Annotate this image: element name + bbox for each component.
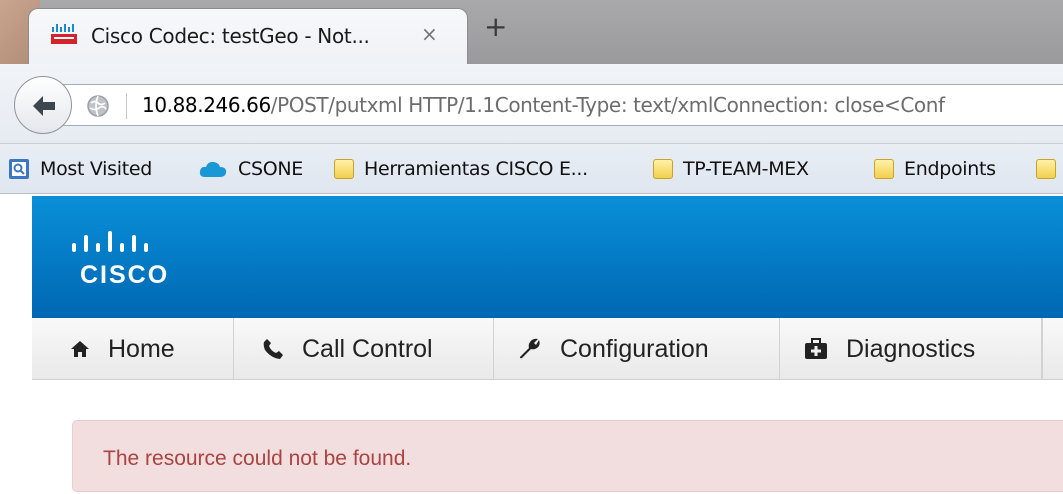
app-header: CISCO bbox=[32, 196, 1063, 318]
salesforce-cloud-icon bbox=[199, 161, 227, 177]
bookmarks-page-icon bbox=[9, 159, 29, 179]
home-icon bbox=[71, 341, 89, 357]
back-button[interactable] bbox=[14, 76, 72, 134]
menu-label: Diagnostics bbox=[846, 334, 976, 363]
tab-close-icon[interactable]: × bbox=[421, 22, 438, 46]
menu-item-call-control[interactable]: Call Control bbox=[234, 318, 494, 380]
brand-wordmark: CISCO bbox=[80, 261, 170, 289]
alert-message: The resource could not be found. bbox=[103, 447, 412, 470]
address-bar[interactable]: 10.88.246.66/POST/putxml HTTP/1.1Content… bbox=[62, 84, 1063, 126]
bookmarks-toolbar: Most Visited CSONE Herramientas CISCO E.… bbox=[0, 144, 1063, 194]
bookmark-overflow-folder[interactable] bbox=[1036, 156, 1063, 182]
menu-item-diagnostics[interactable]: Diagnostics bbox=[780, 318, 1042, 380]
folder-icon bbox=[334, 159, 354, 179]
bookmark-tp-team-mex[interactable]: TP-TEAM-MEX bbox=[653, 156, 809, 182]
menu-label: Home bbox=[108, 334, 175, 363]
menu-label: Call Control bbox=[302, 334, 433, 363]
url-path: /POST/putxml HTTP/1.1Content-Type: text/… bbox=[270, 93, 945, 117]
phone-icon bbox=[263, 339, 283, 359]
menu-label: Configuration bbox=[560, 334, 709, 363]
url-text[interactable]: 10.88.246.66/POST/putxml HTTP/1.1Content… bbox=[142, 93, 945, 117]
cisco-bridge-logo-icon bbox=[72, 231, 148, 252]
globe-icon bbox=[87, 95, 109, 117]
medkit-icon bbox=[805, 338, 827, 359]
menu-item-overflow[interactable] bbox=[1042, 318, 1063, 380]
folder-icon bbox=[653, 159, 673, 179]
bookmark-label: TP-TEAM-MEX bbox=[683, 158, 809, 180]
bookmark-endpoints[interactable]: Endpoints bbox=[874, 156, 996, 182]
bookmark-label: Most Visited bbox=[40, 158, 153, 180]
menu-item-configuration[interactable]: Configuration bbox=[494, 318, 780, 380]
bookmark-label: Herramientas CISCO E... bbox=[364, 158, 588, 180]
cisco-favicon-icon bbox=[51, 24, 77, 44]
menu-item-home[interactable]: Home bbox=[32, 318, 234, 380]
bookmark-csone[interactable]: CSONE bbox=[198, 156, 303, 182]
tab-title: Cisco Codec: testGeo - Not... bbox=[91, 24, 370, 48]
folder-icon bbox=[1036, 159, 1056, 179]
bookmark-herramientas-cisco[interactable]: Herramientas CISCO E... bbox=[334, 156, 588, 182]
folder-icon bbox=[874, 159, 894, 179]
browser-tab-active[interactable]: Cisco Codec: testGeo - Not... × bbox=[28, 8, 468, 64]
error-alert: The resource could not be found. bbox=[72, 420, 1063, 492]
main-menu: Home Call Control Configuration Diagnost… bbox=[32, 318, 1063, 380]
back-arrow-icon bbox=[33, 96, 55, 116]
bookmark-label: Endpoints bbox=[904, 158, 996, 180]
bookmark-label: CSONE bbox=[238, 158, 304, 180]
url-separator bbox=[126, 93, 127, 119]
browser-tab-strip: Cisco Codec: testGeo - Not... × + bbox=[0, 0, 1063, 64]
url-host: 10.88.246.66 bbox=[142, 93, 271, 117]
browser-navigation-bar: 10.88.246.66/POST/putxml HTTP/1.1Content… bbox=[0, 64, 1063, 144]
new-tab-button[interactable]: + bbox=[484, 10, 507, 43]
bookmark-most-visited[interactable]: Most Visited bbox=[8, 156, 152, 182]
wrench-icon bbox=[520, 338, 540, 359]
